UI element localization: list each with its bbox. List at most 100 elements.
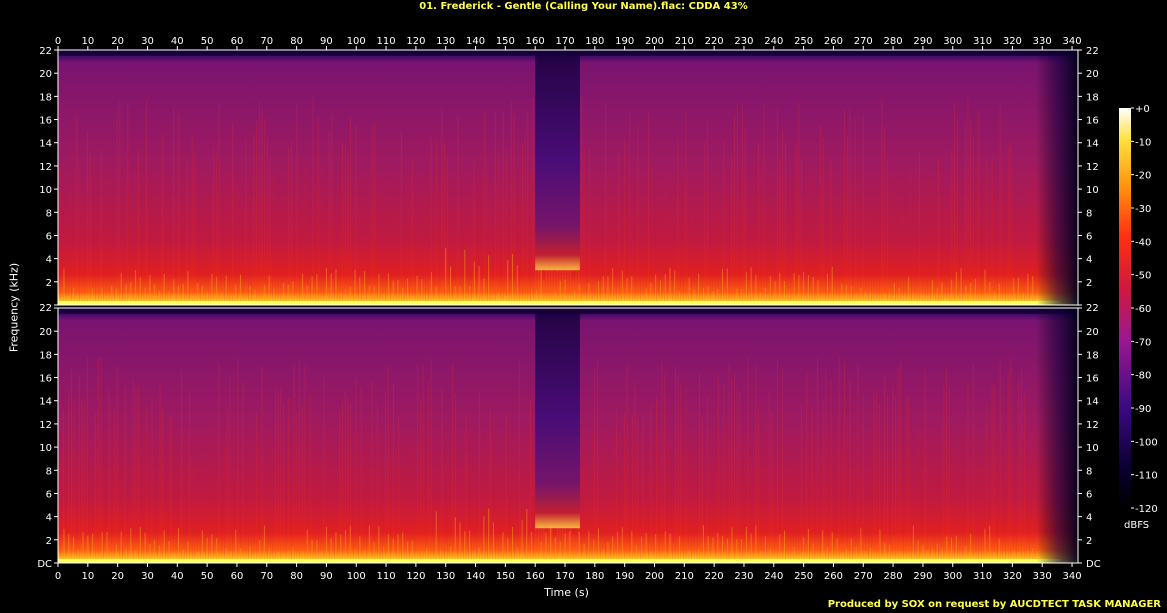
colorbar-tick-label: -80	[1135, 371, 1151, 382]
x-tick-label-top: 180	[585, 36, 604, 47]
x-tick-label-bottom: 210	[675, 571, 694, 582]
y-tick-label-right: 18	[1086, 92, 1099, 103]
y-tick-label-left: 16	[39, 116, 52, 127]
x-tick-label-top: 30	[141, 36, 154, 47]
colorbar-tick-label: +0	[1135, 104, 1150, 115]
x-tick-label-bottom: 90	[320, 571, 333, 582]
x-tick-label-top: 40	[171, 36, 184, 47]
y-tick-label-left: 6	[46, 489, 52, 500]
x-tick-label-bottom: 10	[81, 571, 94, 582]
x-tick-label-bottom: 280	[884, 571, 903, 582]
x-tick-label-top: 50	[201, 36, 214, 47]
y-tick-label-left: 12	[39, 162, 52, 173]
y-tick-label-left: 10	[39, 443, 52, 454]
colorbar-tick-label: -20	[1135, 171, 1151, 182]
x-tick-label-top: 60	[231, 36, 244, 47]
y-tick-label-right: 4	[1086, 513, 1092, 524]
x-tick-label-top: 90	[320, 36, 333, 47]
x-tick-label-bottom: 0	[55, 571, 61, 582]
x-tick-label-bottom: 40	[171, 571, 184, 582]
x-tick-label-top: 150	[496, 36, 515, 47]
x-tick-label-bottom: 180	[585, 571, 604, 582]
y-tick-label-left: 8	[46, 466, 52, 477]
x-tick-label-bottom: 120	[406, 571, 425, 582]
x-tick-label-bottom: 270	[854, 571, 873, 582]
colorbar-tick-label: -120	[1135, 504, 1158, 515]
x-tick-label-bottom: 80	[290, 571, 303, 582]
x-tick-label-top: 110	[377, 36, 396, 47]
x-tick-label-top: 140	[466, 36, 485, 47]
y-axis-label: Frequency (kHz)	[7, 262, 21, 353]
colorbar-scale	[1119, 108, 1131, 508]
y-tick-label-left: 8	[46, 208, 52, 219]
x-tick-label-top: 220	[705, 36, 724, 47]
y-tick-label-left: 14	[39, 139, 52, 150]
x-tick-label-bottom: 150	[496, 571, 515, 582]
y-tick-label-right: 18	[1086, 350, 1099, 361]
x-tick-label-top: 340	[1062, 36, 1081, 47]
y-tick-label-left: 6	[46, 231, 52, 242]
colorbar-tick-label: -10	[1135, 137, 1151, 148]
colorbar-tick-label: -50	[1135, 271, 1151, 282]
fade-out-region	[1036, 50, 1078, 305]
x-tick-label-top: 280	[884, 36, 903, 47]
x-tick-label-top: 250	[794, 36, 813, 47]
y-tick-label-left: 2	[46, 278, 52, 289]
y-tick-label-left: 14	[39, 397, 52, 408]
x-tick-label-bottom: 50	[201, 571, 214, 582]
dc-band	[58, 300, 1061, 305]
y-tick-label-right: 10	[1086, 443, 1099, 454]
x-tick-label-bottom: 290	[913, 571, 932, 582]
channel-panel-2	[57, 308, 1078, 563]
x-tick-label-top: 120	[406, 36, 425, 47]
y-tick-label-right: 16	[1086, 374, 1099, 385]
x-tick-label-bottom: 230	[734, 571, 753, 582]
y-tick-label-right: 12	[1086, 420, 1099, 431]
y-tick-label-left: 16	[39, 374, 52, 385]
quiet-section	[535, 308, 580, 529]
x-tick-label-top: 290	[913, 36, 932, 47]
x-tick-label-bottom: 130	[436, 571, 455, 582]
y-tick-label-right: 14	[1086, 139, 1099, 150]
y-tick-label-left: 20	[39, 327, 52, 338]
x-tick-label-top: 170	[555, 36, 574, 47]
colorbar-tick-label: -40	[1135, 237, 1151, 248]
channel-panel-1	[57, 50, 1078, 305]
x-tick-label-bottom: 30	[141, 571, 154, 582]
cutoff-band	[58, 50, 1078, 56]
x-tick-label-bottom: 140	[466, 571, 485, 582]
x-tick-label-bottom: 20	[111, 571, 124, 582]
x-tick-label-bottom: 240	[764, 571, 783, 582]
x-tick-label-top: 10	[81, 36, 94, 47]
y-tick-label-right: 2	[1086, 536, 1092, 547]
cutoff-band	[58, 308, 1078, 314]
x-tick-label-top: 80	[290, 36, 303, 47]
colorbar-unit: dBFS	[1124, 520, 1150, 531]
x-tick-label-top: 70	[260, 36, 273, 47]
x-tick-label-top: 130	[436, 36, 455, 47]
x-tick-label-bottom: 250	[794, 571, 813, 582]
colorbar-tick-label: -110	[1135, 471, 1158, 482]
y-tick-label-left: DC	[37, 559, 52, 570]
x-tick-label-bottom: 110	[377, 571, 396, 582]
y-tick-label-left: 10	[39, 185, 52, 196]
x-tick-label-top: 230	[734, 36, 753, 47]
x-tick-label-top: 320	[1003, 36, 1022, 47]
x-tick-label-top: 210	[675, 36, 694, 47]
credit-footer: Produced by SOX on request by AUCDTECT T…	[827, 599, 1161, 610]
x-tick-label-top: 330	[1033, 36, 1052, 47]
y-tick-label-right: 12	[1086, 162, 1099, 173]
y-tick-label-right: 2	[1086, 278, 1092, 289]
y-tick-label-right: 8	[1086, 466, 1092, 477]
y-tick-label-right: 22	[1086, 303, 1099, 314]
x-tick-label-bottom: 320	[1003, 571, 1022, 582]
x-tick-label-bottom: 170	[555, 571, 574, 582]
x-tick-label-top: 240	[764, 36, 783, 47]
y-tick-label-right: 22	[1086, 46, 1099, 57]
x-tick-label-bottom: 200	[645, 571, 664, 582]
x-tick-label-bottom: 260	[824, 571, 843, 582]
x-tick-label-top: 0	[55, 36, 61, 47]
quiet-section	[535, 50, 580, 271]
x-tick-label-top: 310	[973, 36, 992, 47]
fade-out-region	[1036, 308, 1078, 563]
